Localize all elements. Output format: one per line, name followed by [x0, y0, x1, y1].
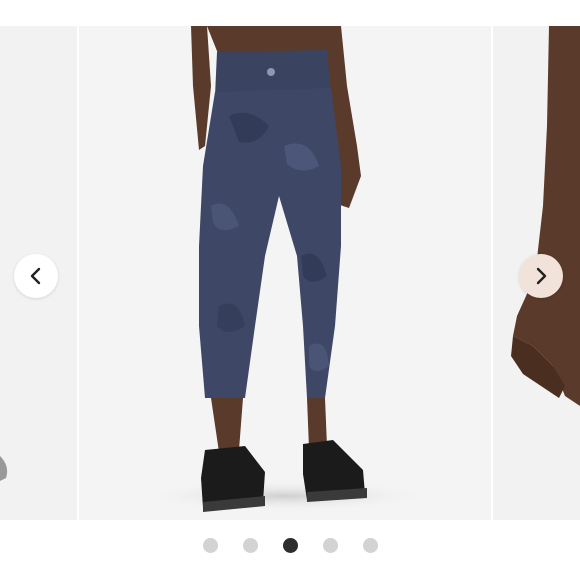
pagination-dot-5[interactable] [362, 538, 378, 553]
pagination-dot-1[interactable] [202, 538, 218, 553]
previous-slide-button[interactable] [14, 254, 58, 298]
chevron-right-icon [531, 266, 551, 286]
image-carousel [0, 0, 580, 580]
pagination-dot-4[interactable] [322, 538, 338, 553]
chevron-left-icon [26, 266, 46, 286]
pagination-dot-2[interactable] [242, 538, 258, 553]
next-slide-button[interactable] [519, 254, 563, 298]
pagination-dot-3[interactable] [282, 538, 298, 553]
current-slide-image [79, 26, 491, 520]
carousel-pagination [0, 538, 580, 554]
